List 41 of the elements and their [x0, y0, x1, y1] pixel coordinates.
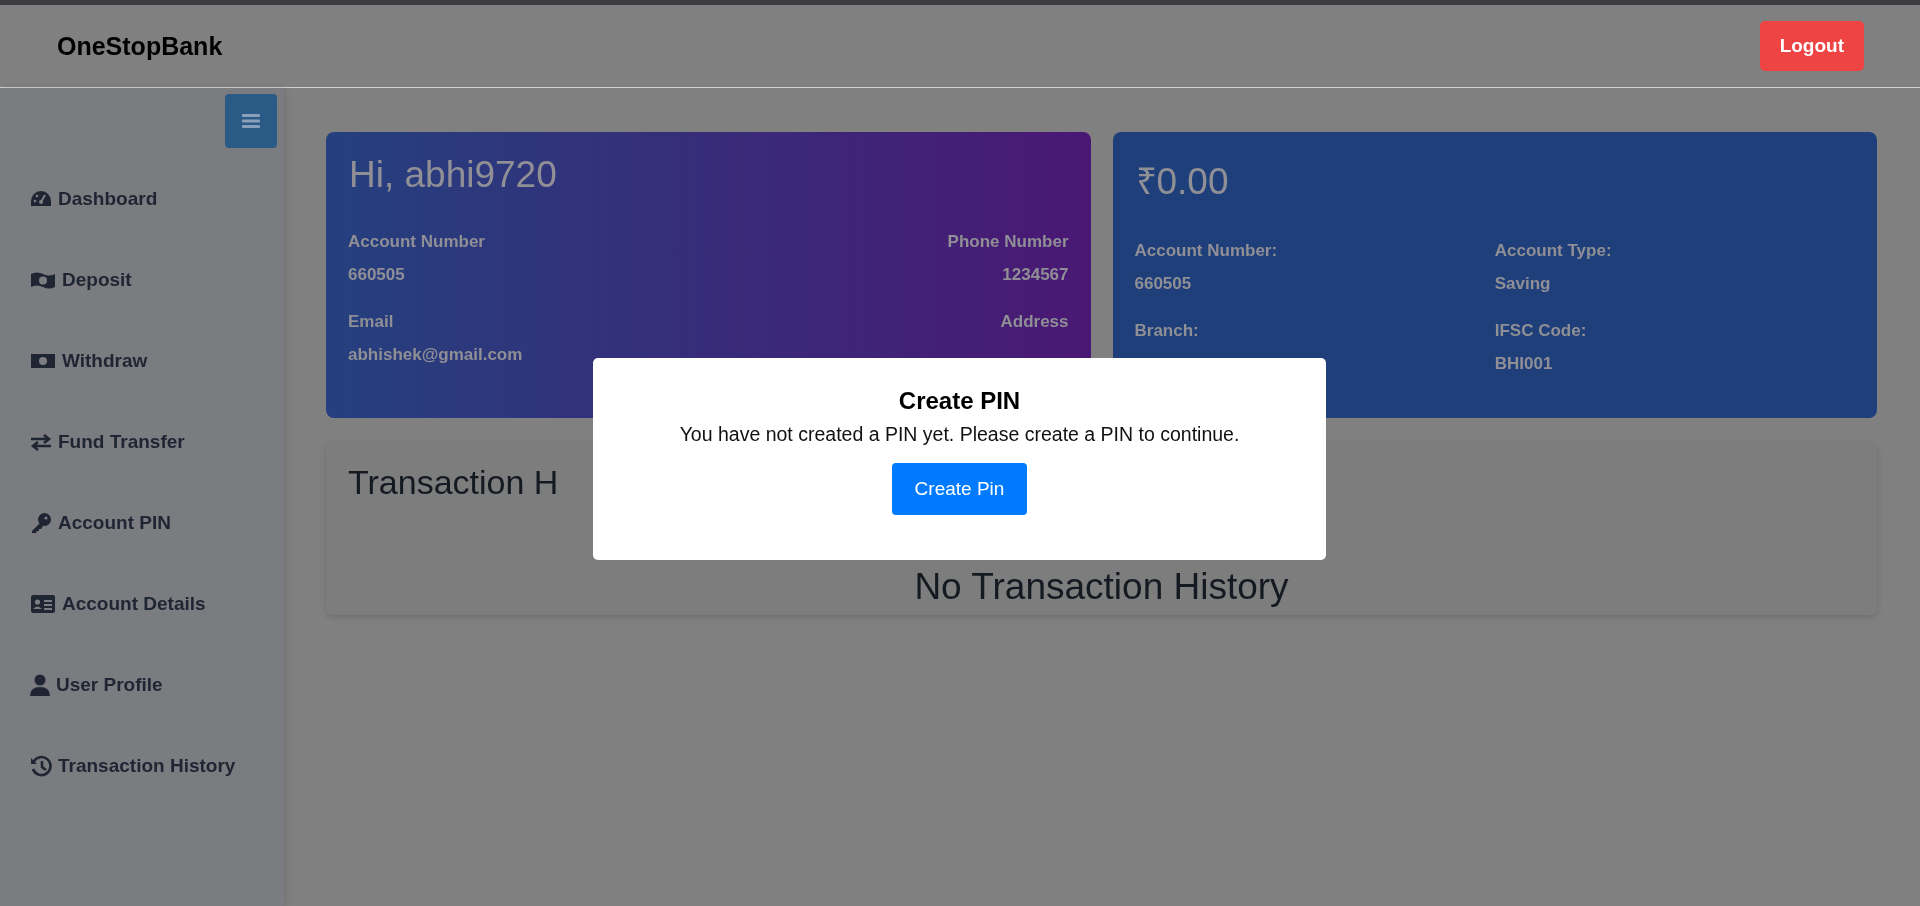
field-label: Email [348, 312, 395, 332]
menu-icon [242, 113, 260, 129]
balance-amount: ₹0.00 [1135, 160, 1230, 204]
field-label: Account Number [348, 232, 486, 252]
field-value: 660505 [1134, 274, 1193, 294]
sidebar-item[interactable]: Transaction History [30, 725, 284, 806]
modal-message: You have not created a PIN yet. Please create a PIN to continue. [679, 423, 1240, 446]
banknote-icon [30, 351, 56, 370]
sidebar-item[interactable]: Withdraw [30, 320, 284, 401]
field-value: 1234567 [1001, 265, 1069, 285]
sidebar-item[interactable]: User Profile [30, 644, 284, 725]
arrows-icon [30, 432, 52, 451]
key-icon [30, 511, 52, 534]
greeting: Hi, abhi9720 [349, 154, 558, 196]
empty-message: No Transaction History [913, 566, 1290, 608]
section-title: Transaction H [348, 463, 559, 502]
brand-name: OneStopBank [57, 31, 223, 61]
create-pin-button[interactable]: Create Pin [891, 463, 1028, 515]
menu-button[interactable] [225, 94, 277, 148]
gauge-icon [30, 188, 52, 209]
user-icon [30, 673, 50, 696]
sidebar-item[interactable]: Deposit [30, 239, 284, 320]
sidebar-item[interactable]: Account PIN [30, 482, 284, 563]
field-label: Address [999, 312, 1069, 332]
field-label: Account Type: [1494, 241, 1613, 261]
field-label: IFSC Code: [1494, 321, 1588, 341]
field-label: Account Number: [1134, 241, 1279, 261]
logout-button[interactable]: Logout [1759, 21, 1864, 71]
field-value: abhishek@gmail.com [348, 345, 524, 365]
sidebar-item[interactable]: Account Details [30, 563, 284, 644]
id-card-icon [30, 593, 56, 614]
field-label: Branch: [1134, 321, 1200, 341]
modal-title: Create PIN [898, 387, 1021, 415]
history-icon [30, 754, 52, 777]
field-label: Phone Number [946, 232, 1069, 252]
field-value: Saving [1494, 274, 1552, 294]
sidebar-item[interactable]: Fund Transfer [30, 401, 284, 482]
banknote-icon [30, 270, 56, 289]
field-value: 660505 [348, 265, 406, 285]
sidebar-item[interactable]: Dashboard [30, 158, 284, 239]
field-value: BHI001 [1494, 354, 1554, 374]
